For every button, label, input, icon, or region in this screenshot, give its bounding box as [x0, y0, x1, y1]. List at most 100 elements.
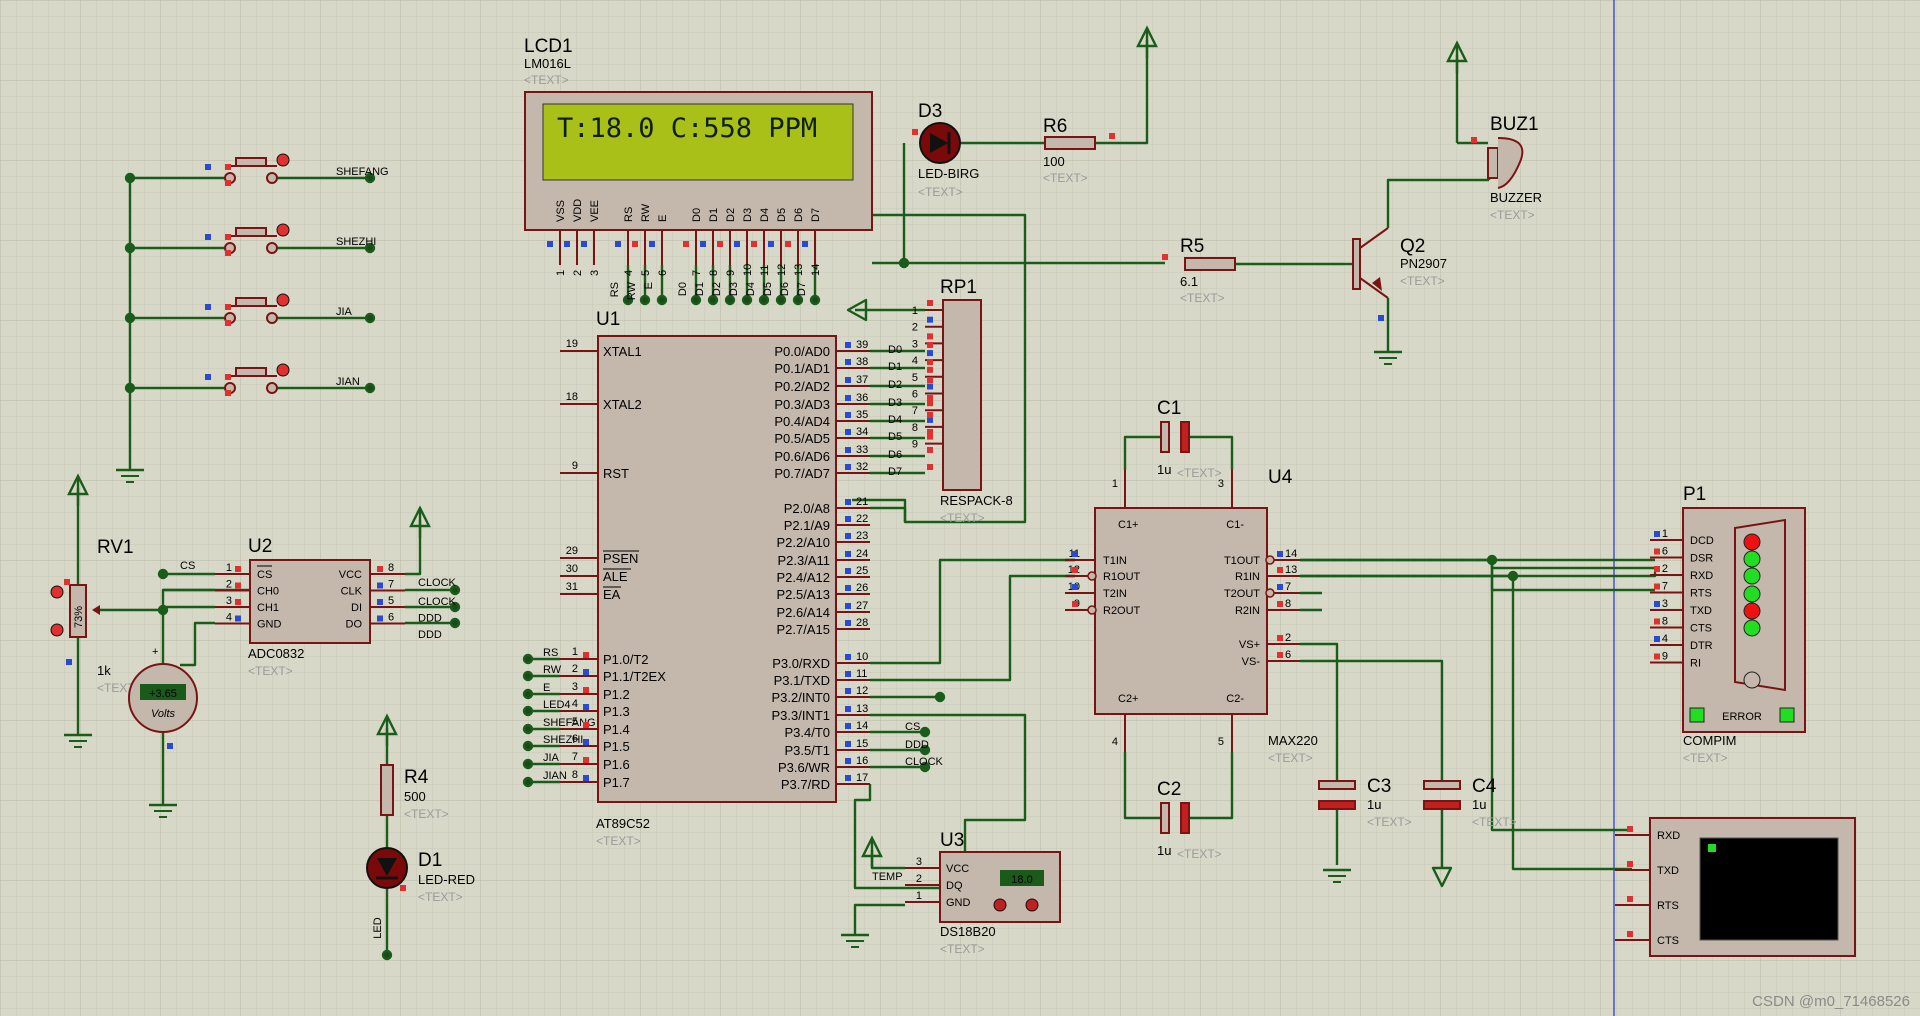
d3-placeholder: <TEXT>: [918, 185, 963, 199]
button-cap: [235, 297, 267, 307]
u4-pin-T2OUT: T2OUT: [1224, 588, 1260, 600]
logic-probe-low: [700, 241, 706, 247]
logic-probe-low: [205, 234, 211, 240]
u1-pin-num: 23: [856, 530, 868, 542]
logic-probe-low: [1072, 584, 1078, 590]
u2-pin-CS: CS: [257, 569, 272, 581]
logic-probe-low: [845, 412, 851, 418]
logic-probe-high: [1471, 137, 1477, 143]
button-label-SHEFANG: SHEFANG: [336, 166, 389, 178]
q2-ref: Q2: [1400, 236, 1425, 257]
logic-probe-low: [377, 582, 383, 589]
u2-pin-CH0: CH0: [257, 586, 279, 598]
u1-pin-num: 27: [856, 600, 868, 612]
junction-dot: [1507, 570, 1519, 582]
logic-probe-low: [845, 342, 851, 348]
u1-pin-P2.1/A9: P2.1/A9: [784, 518, 830, 533]
u4-pin-c1p: C1+: [1118, 519, 1139, 531]
cap-plate: [1180, 802, 1190, 834]
logic-probe-low: [167, 743, 173, 749]
logic-probe-low: [845, 516, 851, 522]
terminal-dot: [364, 312, 376, 324]
u1-pin-P2.0/A8: P2.0/A8: [784, 501, 830, 516]
lcd-pin-num: 5: [640, 270, 652, 276]
logic-probe-high: [1277, 601, 1283, 607]
logic-probe-low: [1277, 584, 1283, 590]
p0-net-D5: D5: [888, 431, 902, 443]
logic-probe-high: [1277, 652, 1283, 658]
r5-body: [1184, 257, 1236, 271]
button-cap: [235, 227, 267, 237]
capacitor-c3-value: 1u: [1367, 797, 1381, 812]
logic-probe-low: [1072, 551, 1078, 557]
junction-dot: [919, 726, 931, 738]
p1-status-led: [1743, 671, 1761, 689]
lcd-pin-D4: D4: [759, 208, 771, 222]
u1-pin-num: 17: [856, 772, 868, 784]
p1-pin-CTS: CTS: [1690, 623, 1712, 635]
u3-ref: U3: [940, 830, 964, 851]
u2-pin-num: 1: [226, 562, 232, 574]
virtual-terminal: RXD TXD RTS CTS: [1615, 817, 1856, 957]
voltmeter-unit: Volts: [151, 708, 176, 720]
p1-pin-num: 7: [1662, 581, 1668, 593]
respack-body: [942, 299, 982, 491]
p0-net-D3: D3: [888, 397, 902, 409]
p1-error-led: [1689, 707, 1705, 723]
u4-pin-c1n: C1-: [1226, 519, 1244, 531]
p1-net-SHEZHI: SHEZHI: [543, 734, 583, 746]
u4-pin-T1OUT: T1OUT: [1224, 555, 1260, 567]
u1-pin-num: 1: [572, 646, 578, 658]
p1-net-JIA: JIA: [543, 752, 560, 764]
u1-pin-P1.2: P1.2: [603, 687, 630, 702]
logic-probe-high: [225, 250, 231, 256]
logic-probe-high: [583, 722, 589, 728]
terminal-dot: [741, 294, 753, 306]
inverter-bubble: [1087, 571, 1097, 581]
logic-probe-low: [845, 620, 851, 626]
buzzer-body: [1487, 147, 1499, 179]
r6-body: [1044, 136, 1096, 150]
logic-probe-low: [802, 241, 808, 247]
logic-probe-high: [1654, 618, 1660, 625]
terminal-dot: [364, 382, 376, 394]
p0-net-D0: D0: [888, 344, 902, 356]
lcd-pin-VSS: VSS: [555, 200, 567, 222]
r4-body: [380, 764, 394, 816]
u4-pin-T2IN: T2IN: [1103, 588, 1127, 600]
u2-net-DDD: DDD: [418, 613, 442, 625]
terminal-dot: [381, 949, 393, 961]
u4-pin-T1IN: T1IN: [1103, 555, 1127, 567]
u2-pin-DI: DI: [351, 602, 362, 614]
p1-status-led: [1743, 602, 1761, 620]
logic-probe-low: [1654, 636, 1660, 642]
u1-pin-P0.0/AD0: P0.0/AD0: [774, 344, 830, 359]
terminal-dot: [522, 723, 534, 735]
capacitor-c3-placeholder: <TEXT>: [1367, 815, 1412, 829]
p1-pin-num: 3: [1662, 598, 1668, 610]
watermark: CSDN @m0_71468526: [1752, 993, 1910, 1010]
p1-status-led: [1743, 533, 1761, 551]
ds18b20-reading: 18.0: [1011, 874, 1032, 886]
u1-pin-EA: EA: [603, 587, 621, 602]
r6-value: 100: [1043, 154, 1065, 169]
u1-pin-num: 34: [856, 426, 868, 438]
u1-pin-num: 18: [566, 391, 578, 403]
u1-pin-P0.5/AD5: P0.5/AD5: [774, 431, 830, 446]
button-cap: [235, 367, 267, 377]
logic-probe-low: [845, 533, 851, 539]
p1-net-RS: RS: [543, 647, 558, 659]
terminal-dot: [522, 758, 534, 770]
cap-plate: [1423, 780, 1461, 790]
u4-ref: U4: [1268, 467, 1293, 488]
u1-pin-num: 35: [856, 409, 868, 421]
u4-pin-num: 1: [1112, 478, 1118, 490]
u4-pin-c2n: C2-: [1226, 693, 1244, 705]
d1-net: LED: [372, 917, 384, 938]
inverter-bubble: [1265, 588, 1275, 598]
button-state-icon: [276, 293, 290, 307]
logic-probe-low: [1654, 531, 1660, 537]
lcd-net-RS: RS: [609, 282, 621, 297]
lcd-pin-VEE: VEE: [589, 200, 601, 222]
u4-pin-num: 6: [1285, 649, 1291, 661]
